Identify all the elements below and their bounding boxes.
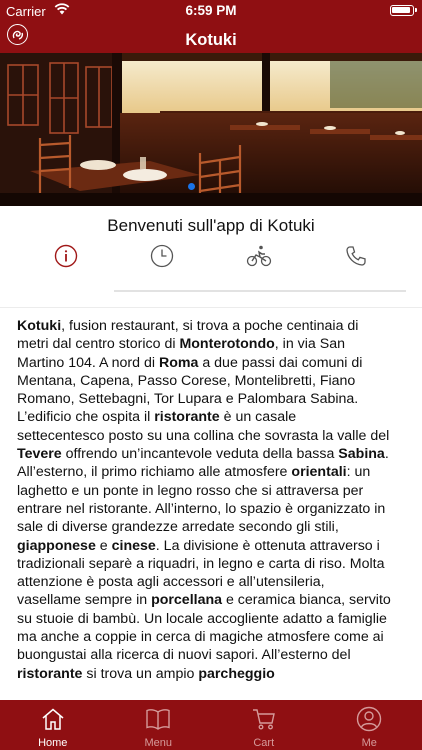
tab-home-label: Home — [38, 737, 68, 749]
carousel-page-dot[interactable] — [188, 183, 195, 190]
clock-icon[interactable] — [149, 243, 175, 269]
description-bold-text: orientali — [291, 464, 347, 481]
description-bold-text: giapponese — [17, 537, 96, 554]
description-line: buongustai alla ricerca di nuovi sapori.… — [17, 646, 409, 664]
description-line: giapponese e cinese. La divisione è otte… — [17, 537, 409, 555]
description-text: a due passi dai comuni di — [198, 354, 363, 371]
description-text: metri dal centro storico di — [17, 336, 180, 353]
tab-home[interactable]: Home — [0, 700, 106, 750]
description-line: laghetto e un ponte in legno rosso che s… — [17, 482, 409, 500]
description-line: Tevere offrendo un’incantevole veduta de… — [17, 445, 409, 463]
description-text: settecentesco posto su una collina che s… — [17, 427, 390, 444]
description-text: sale di diverse grandezze arredate secon… — [17, 519, 339, 536]
tab-menu[interactable]: Menu — [106, 700, 212, 750]
description-bold-text: cinese — [111, 537, 156, 554]
description-line: vasellame sempre in porcellana e ceramic… — [17, 591, 409, 609]
description-text: ma anche a coppie in cerca di magiche at… — [17, 629, 384, 646]
description-line: settecentesco posto su una collina che s… — [17, 427, 409, 445]
status-bar: Carrier 6:59 PM — [0, 0, 422, 22]
clock-time: 6:59 PM — [185, 3, 237, 18]
description-line: ma anche a coppie in cerca di magiche at… — [17, 628, 409, 646]
description-bold-text: Roma — [158, 354, 199, 371]
description-line: entrare nel ristorante. All’interno, lo … — [17, 500, 409, 518]
description-line: Romano, Settebagni, Tor Lupara e Palomba… — [17, 390, 409, 408]
description-line: metri dal centro storico di Monterotondo… — [17, 335, 409, 353]
info-icon[interactable] — [53, 243, 79, 269]
battery-icon — [390, 5, 417, 16]
description-text: attenzione è posta agli accessori e all’… — [17, 574, 325, 591]
description-line: su stuoie di bambù. Un locale accoglient… — [17, 610, 409, 628]
hero-image[interactable] — [0, 53, 422, 206]
description-text: Mentana, Capena, Passo Corese, Montelibr… — [17, 372, 356, 389]
description-text: laghetto e un ponte in legno rosso che s… — [17, 482, 364, 499]
description-text: e — [95, 537, 112, 554]
description-bold-text: Sabina — [338, 446, 385, 463]
tab-menu-label: Menu — [144, 737, 173, 749]
description-text: , fusion restaurant, si trova a poche ce… — [61, 318, 359, 334]
description-text: entrare nel ristorante. All’interno, lo … — [17, 500, 386, 517]
tab-me-label: Me — [361, 737, 377, 749]
description-text: . — [384, 446, 389, 463]
description-text: : un — [346, 464, 371, 481]
description-text: si trova un ampio — [82, 665, 199, 682]
restaurant-description: Kotuki, fusion restaurant, si trova a po… — [17, 317, 409, 683]
description-text: buongustai alla ricerca di nuovi sapori.… — [17, 647, 351, 664]
nav-title: Kotuki — [185, 31, 237, 49]
description-text: su stuoie di bambù. Un locale accoglient… — [17, 610, 387, 627]
description-bold-text: Kotuki — [17, 318, 62, 334]
description-text: All’esterno, il primo richiamo alle atmo… — [17, 464, 292, 481]
description-line: Martino 104. A nord di Roma a due passi … — [17, 354, 409, 372]
description-bold-text: Monterotondo — [179, 336, 275, 353]
description-bold-text: ristorante — [17, 665, 83, 682]
description-text: offrendo un’incantevole veduta della bas… — [61, 446, 339, 463]
description-line: ristorante si trova un ampio parcheggio — [17, 665, 409, 683]
tab-me[interactable]: Me — [317, 700, 422, 750]
tab-cart[interactable]: Cart — [211, 700, 317, 750]
description-text: e ceramica bianca, servito — [222, 592, 391, 609]
cart-icon — [251, 706, 277, 732]
description-text: , in via San — [274, 336, 345, 353]
description-text: Martino 104. A nord di — [17, 354, 159, 371]
top-bar: Carrier 6:59 PM Kotuki — [0, 0, 422, 53]
description-text: . La divisione è ottenuta attraverso i — [155, 537, 380, 554]
description-text: è un casale — [219, 409, 297, 426]
info-tabs — [0, 243, 422, 271]
phone-icon[interactable] — [343, 243, 369, 269]
description-line: L’edificio che ospita il ristorante è un… — [17, 408, 409, 426]
book-icon — [144, 706, 172, 732]
description-line: attenzione è posta agli accessori e all’… — [17, 573, 409, 591]
section-divider — [0, 307, 422, 308]
tab-indicator-track — [114, 290, 406, 292]
tab-cart-label: Cart — [253, 737, 275, 749]
description-line: All’esterno, il primo richiamo alle atmo… — [17, 463, 409, 481]
description-bold-text: Tevere — [17, 446, 62, 463]
bottom-tab-bar: Home Menu Cart Me — [0, 700, 422, 750]
description-bold-text: ristorante — [154, 409, 220, 426]
description-line: Mentana, Capena, Passo Corese, Montelibr… — [17, 372, 409, 390]
description-line: tradizionali separè a riquadri, in legno… — [17, 555, 409, 573]
description-text: vasellame sempre in — [17, 592, 152, 609]
welcome-title: Benvenuti sull'app di Kotuki — [107, 216, 315, 235]
description-text: Romano, Settebagni, Tor Lupara e Palomba… — [17, 391, 359, 408]
bike-icon[interactable] — [246, 243, 272, 269]
description-line: sale di diverse grandezze arredate secon… — [17, 518, 409, 536]
description-line: Kotuki, fusion restaurant, si trova a po… — [17, 317, 409, 335]
description-bold-text: parcheggio — [198, 665, 275, 682]
home-icon — [40, 706, 66, 732]
user-icon — [356, 706, 382, 732]
description-text: tradizionali separè a riquadri, in legno… — [17, 555, 385, 572]
description-text: L’edificio che ospita il — [17, 409, 155, 426]
description-bold-text: porcellana — [151, 592, 223, 609]
